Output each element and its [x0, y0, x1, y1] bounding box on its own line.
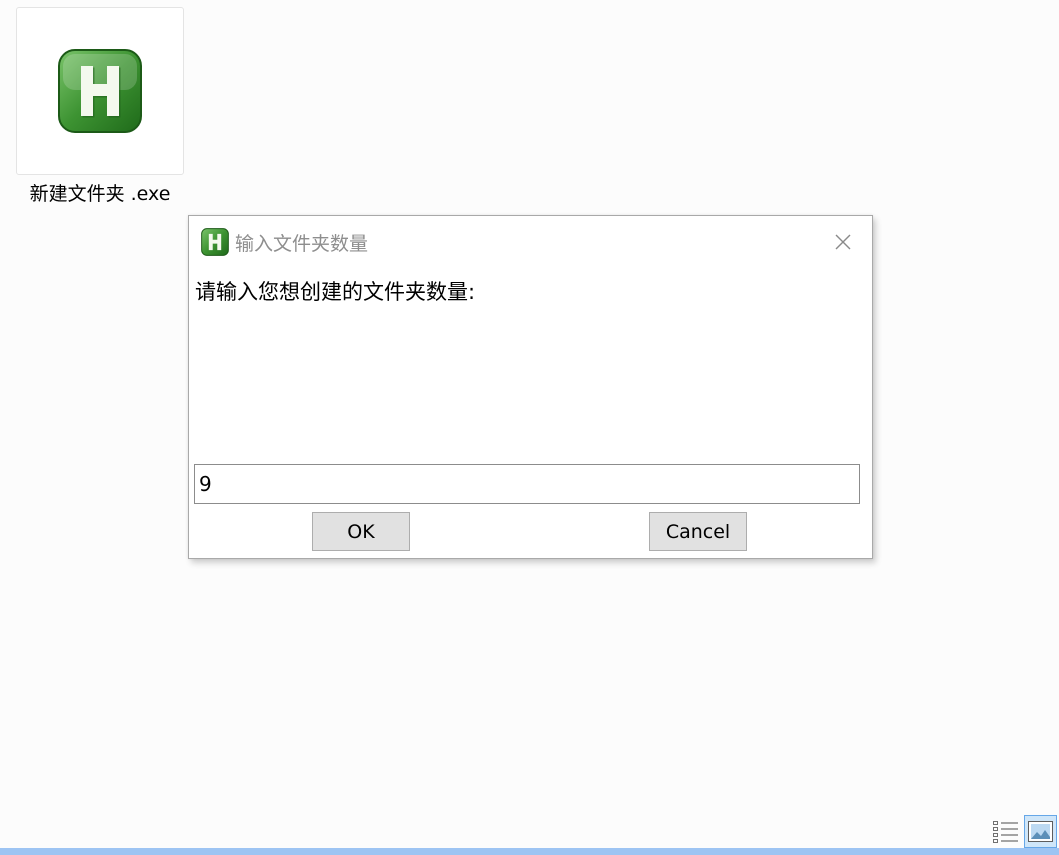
- dialog-titlebar[interactable]: 输入文件夹数量: [189, 216, 872, 266]
- details-view-icon[interactable]: [992, 819, 1020, 845]
- dialog-title: 输入文件夹数量: [235, 233, 369, 255]
- large-icons-view-icon: [1028, 821, 1053, 842]
- large-icons-view-toggle[interactable]: [1024, 815, 1057, 848]
- cancel-button[interactable]: Cancel: [649, 512, 747, 551]
- file-item[interactable]: 新建文件夹 .exe: [16, 7, 184, 206]
- selection-bar: [0, 848, 1059, 855]
- ok-button[interactable]: OK: [312, 512, 410, 551]
- close-icon[interactable]: [831, 230, 855, 254]
- dialog-prompt: 请输入您想创建的文件夹数量:: [195, 280, 476, 304]
- input-dialog: 输入文件夹数量 请输入您想创建的文件夹数量: OK Cancel: [188, 215, 873, 559]
- autohotkey-h-icon: [58, 49, 142, 133]
- file-thumbnail[interactable]: [16, 7, 184, 175]
- folder-count-input[interactable]: [194, 464, 860, 504]
- file-name-label[interactable]: 新建文件夹 .exe: [16, 179, 184, 206]
- autohotkey-h-icon: [201, 228, 229, 256]
- desktop: 新建文件夹 .exe 输入文件夹数量 请输入您想创建的文件夹数量: 9 OK C…: [0, 0, 1059, 855]
